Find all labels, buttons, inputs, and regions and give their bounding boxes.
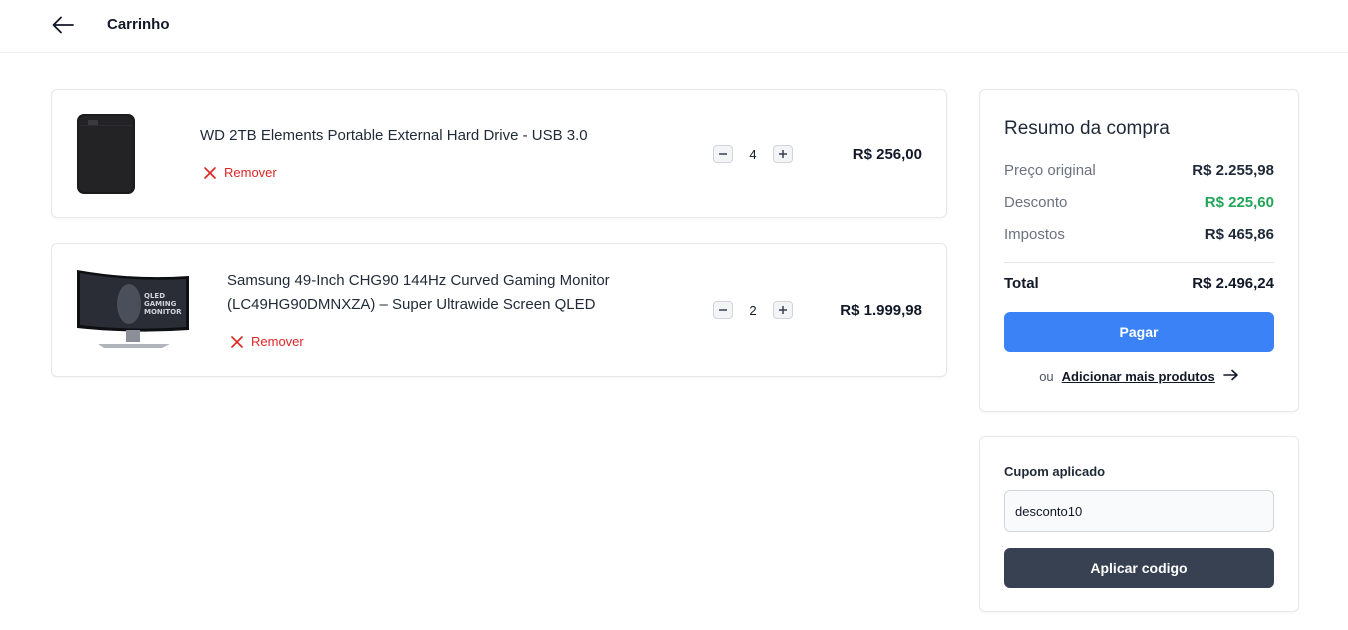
add-more-products: ou Adicionar mais produtos <box>980 369 1298 384</box>
product-name-line-2: (LC49HG90DMNXZA) – Super Ultrawide Scree… <box>227 296 596 313</box>
top-bar: Carrinho <box>0 0 1348 53</box>
quantity-stepper: 2 <box>713 301 793 319</box>
or-label: ou <box>1039 369 1054 384</box>
total-label: Total <box>1004 275 1039 292</box>
remove-label: Remover <box>251 334 304 349</box>
image-text: QLED <box>144 292 165 300</box>
product-price: R$ 1.999,98 <box>840 302 922 319</box>
increase-quantity-button[interactable] <box>773 145 793 163</box>
arrow-right-icon[interactable] <box>1222 369 1239 384</box>
add-more-products-link[interactable]: Adicionar mais produtos <box>1062 369 1215 384</box>
plus-icon <box>779 306 787 314</box>
summary-row-taxes: Impostos R$ 465,86 <box>1004 226 1274 243</box>
product-image-monitor: QLED GAMING MONITOR <box>74 268 192 357</box>
decrease-quantity-button[interactable] <box>713 145 733 163</box>
quantity-value: 4 <box>749 146 757 162</box>
decrease-quantity-button[interactable] <box>713 301 733 319</box>
image-text: MONITOR <box>144 308 182 316</box>
discount-label: Desconto <box>1004 194 1068 211</box>
close-icon <box>204 166 216 179</box>
close-icon <box>231 335 243 348</box>
product-price: R$ 256,00 <box>852 146 922 163</box>
order-summary: Resumo da compra Preço original R$ 2.255… <box>979 89 1299 412</box>
cart-item: QLED GAMING MONITOR Samsung 49-Inch CHG9… <box>51 243 947 377</box>
cart-item: WD 2TB Elements Portable External Hard D… <box>51 89 947 218</box>
image-text: GAMING <box>144 300 177 308</box>
summary-row-original: Preço original R$ 2.255,98 <box>1004 162 1274 179</box>
divider <box>1004 262 1274 263</box>
coupon-card: Cupom aplicado Aplicar codigo <box>979 436 1299 612</box>
plus-icon <box>779 150 787 158</box>
discount-value: R$ 225,60 <box>1204 194 1274 211</box>
original-price-label: Preço original <box>1004 162 1096 179</box>
minus-icon <box>719 309 727 311</box>
original-price-value: R$ 2.255,98 <box>1192 162 1274 179</box>
taxes-label: Impostos <box>1004 226 1065 243</box>
product-image-hard-drive <box>76 113 136 200</box>
quantity-stepper: 4 <box>713 145 793 163</box>
arrow-left-icon[interactable] <box>50 14 76 36</box>
product-name[interactable]: WD 2TB Elements Portable External Hard D… <box>200 124 588 148</box>
product-name-line-1: Samsung 49-Inch CHG90 144Hz Curved Gamin… <box>227 272 610 289</box>
remove-label: Remover <box>224 165 277 180</box>
coupon-input[interactable] <box>1004 490 1274 532</box>
summary-row-discount: Desconto R$ 225,60 <box>1004 194 1274 211</box>
minus-icon <box>719 153 727 155</box>
pay-button[interactable]: Pagar <box>1004 312 1274 352</box>
total-value: R$ 2.496,24 <box>1192 275 1274 292</box>
quantity-value: 2 <box>749 302 757 318</box>
coupon-label: Cupom aplicado <box>1004 464 1106 479</box>
page-title: Carrinho <box>107 16 170 33</box>
summary-row-total: Total R$ 2.496,24 <box>1004 275 1274 292</box>
apply-coupon-button[interactable]: Aplicar codigo <box>1004 548 1274 588</box>
remove-button[interactable]: Remover <box>231 334 304 349</box>
increase-quantity-button[interactable] <box>773 301 793 319</box>
remove-button[interactable]: Remover <box>204 165 277 180</box>
taxes-value: R$ 465,86 <box>1204 226 1274 243</box>
summary-title: Resumo da compra <box>1004 118 1170 139</box>
product-name[interactable]: Samsung 49-Inch CHG90 144Hz Curved Gamin… <box>227 269 610 317</box>
